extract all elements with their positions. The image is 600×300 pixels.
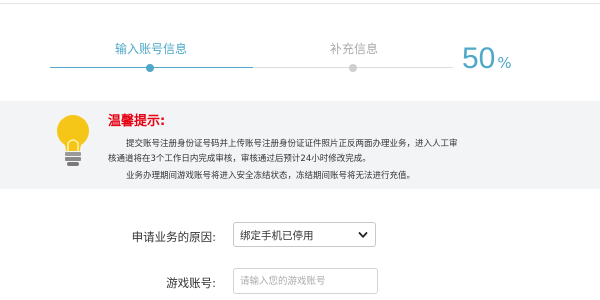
account-input-wrapper bbox=[233, 268, 378, 294]
step-1-label: 输入账号信息 bbox=[115, 42, 188, 56]
reason-label: 申请业务的原因: bbox=[131, 230, 216, 244]
tip-text-line-1: 提交账号注册身份证号码并上传账号注册身份证证件照片正反两面办理业务，进入人工审 bbox=[126, 139, 458, 149]
tip-text-line-3: 业务办理期间游戏账号将进入安全冻结状态，冻结期间账号将无法进行充值。 bbox=[126, 171, 416, 181]
tip-title: 温馨提示: bbox=[108, 114, 166, 129]
reason-select[interactable]: 绑定手机已停用 bbox=[233, 222, 376, 247]
step-2-label: 补充信息 bbox=[330, 42, 379, 56]
step-1-dot bbox=[146, 64, 154, 72]
progress-unit: % bbox=[497, 54, 512, 72]
reason-select-value: 绑定手机已停用 bbox=[240, 230, 314, 242]
progress-value: 50 bbox=[462, 42, 496, 75]
lightbulb-icon bbox=[57, 115, 89, 166]
progress-steps: 输入账号信息 补充信息 50% bbox=[0, 0, 600, 100]
step-2-dot bbox=[349, 64, 357, 72]
account-input[interactable] bbox=[234, 269, 377, 294]
tip-text-line-2: 核通道将在3个工作日内完成审核，审核通过后预计24小时修改完成。 bbox=[108, 154, 371, 164]
account-label: 游戏账号: bbox=[166, 276, 216, 290]
progress-percent: 50% bbox=[462, 42, 512, 76]
chevron-down-icon bbox=[358, 232, 368, 238]
tip-panel: 温馨提示: 提交账号注册身份证号码并上传账号注册身份证证件照片正反两面办理业务，… bbox=[0, 101, 600, 189]
